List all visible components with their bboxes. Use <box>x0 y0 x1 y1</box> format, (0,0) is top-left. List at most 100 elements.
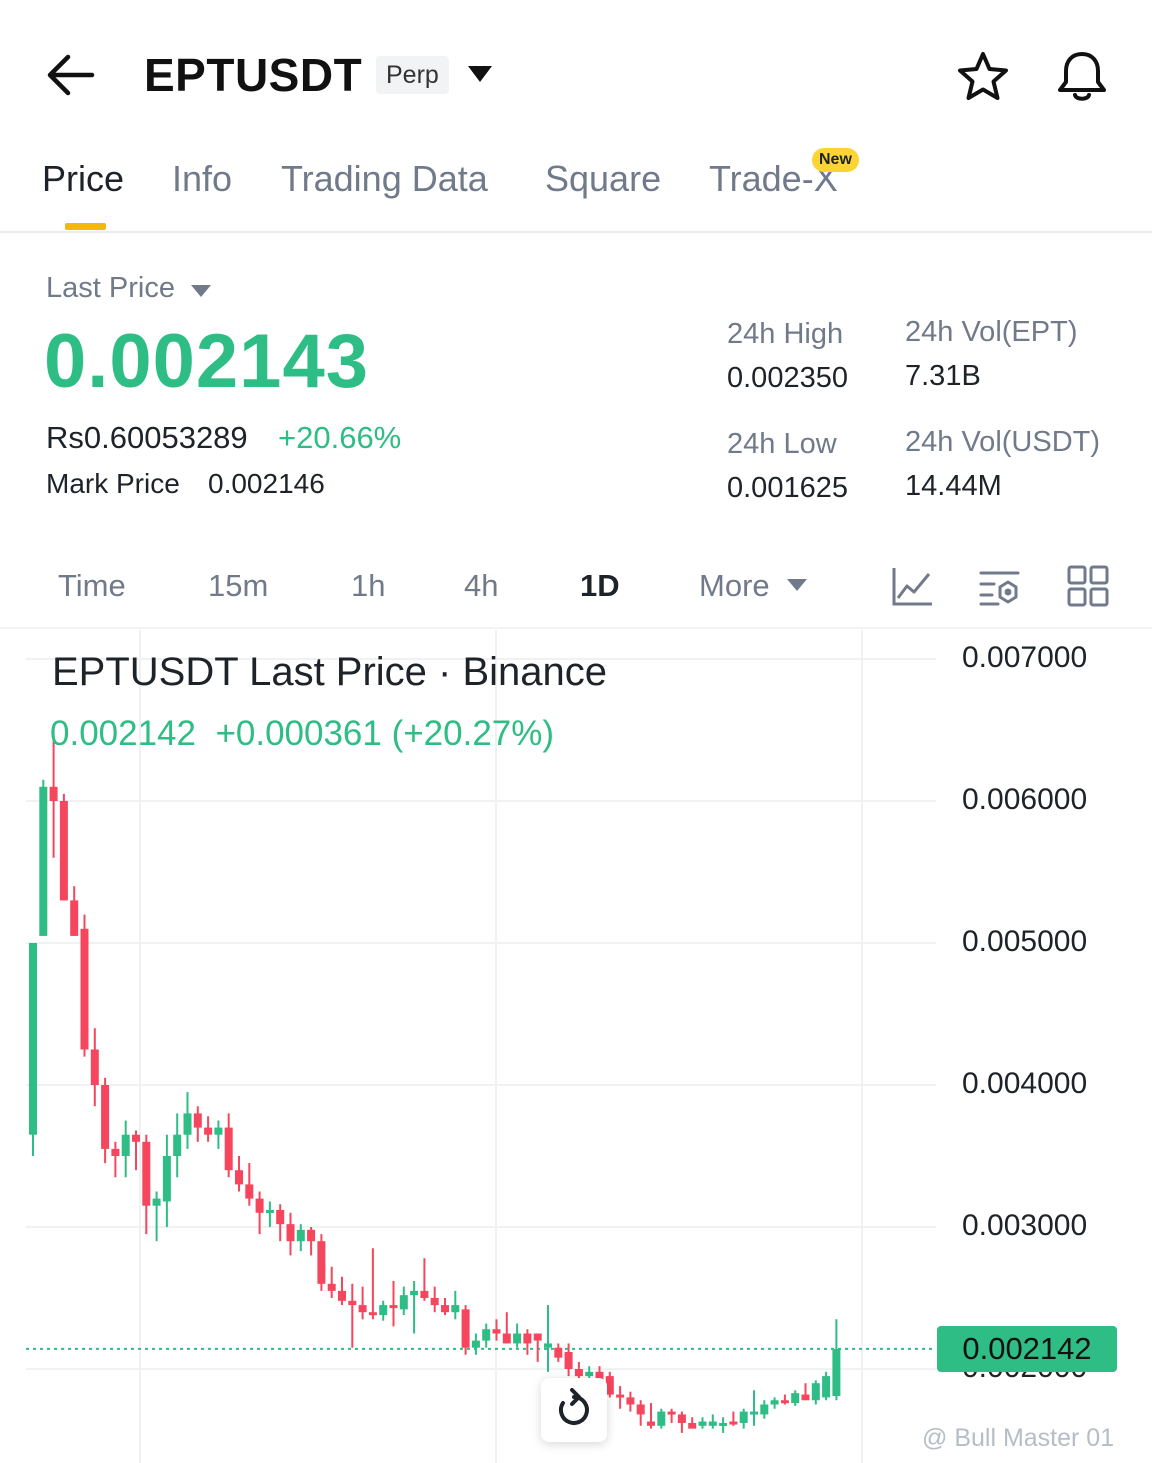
candle-body <box>29 943 37 1135</box>
candle <box>554 1343 563 1362</box>
candle <box>647 1403 655 1429</box>
bell-icon[interactable] <box>1054 48 1110 104</box>
candle <box>410 1280 419 1334</box>
low-24h-value: 0.001625 <box>727 472 848 504</box>
candle-body <box>523 1333 532 1344</box>
candle <box>193 1106 202 1142</box>
candle <box>461 1305 470 1355</box>
symbol-title[interactable]: EPTUSDT <box>144 48 362 102</box>
candle-body <box>193 1113 202 1128</box>
candle-body <box>811 1383 820 1401</box>
candle <box>59 793 68 901</box>
tabs-divider <box>0 231 1152 233</box>
candle-body <box>708 1421 717 1426</box>
tab-square[interactable]: Square <box>545 158 661 200</box>
candle-body <box>121 1134 130 1156</box>
candle-body <box>255 1198 264 1213</box>
vol-quote-label: 24h Vol(USDT) <box>905 426 1101 458</box>
back-arrow-icon[interactable] <box>44 52 96 98</box>
candle-body <box>245 1184 254 1199</box>
candle-body <box>605 1376 614 1395</box>
candle <box>544 1305 552 1372</box>
candle <box>132 1130 140 1171</box>
candle-body <box>616 1394 625 1398</box>
candle <box>523 1329 532 1355</box>
candle <box>832 1319 841 1401</box>
candle <box>224 1113 233 1178</box>
candle-body <box>698 1421 707 1426</box>
candle-body <box>49 786 58 801</box>
candle-body <box>719 1422 728 1426</box>
candle <box>235 1156 243 1192</box>
candle-body <box>204 1127 213 1135</box>
candle-body <box>801 1394 810 1401</box>
candle-body <box>327 1283 336 1291</box>
candle <box>616 1386 625 1409</box>
candle <box>791 1390 800 1406</box>
contract-type-badge: Perp <box>376 56 449 94</box>
candle-body <box>574 1369 583 1377</box>
candle <box>307 1227 316 1256</box>
candle <box>492 1319 501 1341</box>
candle-body <box>410 1290 419 1296</box>
candle-body <box>461 1309 470 1348</box>
candle-body <box>101 1085 110 1149</box>
fiat-price: Rs0.60053289 <box>46 420 248 455</box>
candle-body <box>70 900 79 936</box>
candle-body <box>389 1305 398 1309</box>
caret-down-icon[interactable] <box>190 284 212 298</box>
low-24h-label: 24h Low <box>727 428 837 460</box>
timeframe-1d[interactable]: 1D <box>580 568 620 604</box>
candle-body <box>162 1156 171 1202</box>
timeframe-15m[interactable]: 15m <box>208 568 268 604</box>
candle <box>780 1394 789 1405</box>
candle-body <box>358 1305 367 1313</box>
caret-down-icon[interactable] <box>466 64 494 84</box>
candle <box>801 1383 810 1401</box>
candle-body <box>760 1404 769 1415</box>
chart-grid <box>26 630 936 1463</box>
active-tab-indicator <box>65 223 106 230</box>
line-chart-icon[interactable] <box>890 564 934 608</box>
candle <box>389 1280 398 1327</box>
candle-body <box>688 1422 697 1429</box>
candle-body <box>677 1414 686 1423</box>
vol-base-label: 24h Vol(EPT) <box>905 316 1078 348</box>
candle-body <box>657 1411 666 1426</box>
candle <box>265 1201 274 1227</box>
candle-body <box>729 1421 738 1425</box>
candle <box>286 1212 295 1256</box>
candle-body <box>132 1134 140 1142</box>
candle <box>142 1134 151 1235</box>
caret-down-icon[interactable] <box>786 578 808 592</box>
candle-body <box>286 1224 295 1242</box>
tab-trading-data[interactable]: Trading Data <box>281 158 488 200</box>
grid-icon[interactable] <box>1066 564 1110 608</box>
chart-title: EPTUSDT Last Price · Binance <box>52 650 608 694</box>
candle-body <box>338 1290 346 1301</box>
timeframe-time[interactable]: Time <box>58 568 126 604</box>
candle <box>276 1204 285 1242</box>
timeframe-more[interactable]: More <box>699 568 770 604</box>
candle <box>90 1028 99 1107</box>
candle <box>451 1290 460 1320</box>
candle <box>760 1400 769 1419</box>
chart-settings-icon[interactable] <box>978 564 1022 608</box>
vol-base-value: 7.31B <box>905 360 981 392</box>
new-badge: New <box>812 148 859 172</box>
timeframe-4h[interactable]: 4h <box>464 568 498 604</box>
reset-chart-button[interactable] <box>541 1378 607 1442</box>
candle <box>770 1397 779 1409</box>
candle <box>29 943 37 1156</box>
candle <box>245 1163 254 1206</box>
star-icon[interactable] <box>956 50 1010 102</box>
mark-price-value: 0.002146 <box>208 468 325 499</box>
candle <box>502 1312 511 1344</box>
tab-info[interactable]: Info <box>172 158 232 200</box>
timeframe-1h[interactable]: 1h <box>351 568 385 604</box>
tab-price[interactable]: Price <box>42 158 124 200</box>
last-price-label[interactable]: Last Price <box>46 272 175 305</box>
candle-body <box>307 1229 316 1242</box>
candle-body <box>317 1241 326 1284</box>
candle <box>162 1134 171 1227</box>
